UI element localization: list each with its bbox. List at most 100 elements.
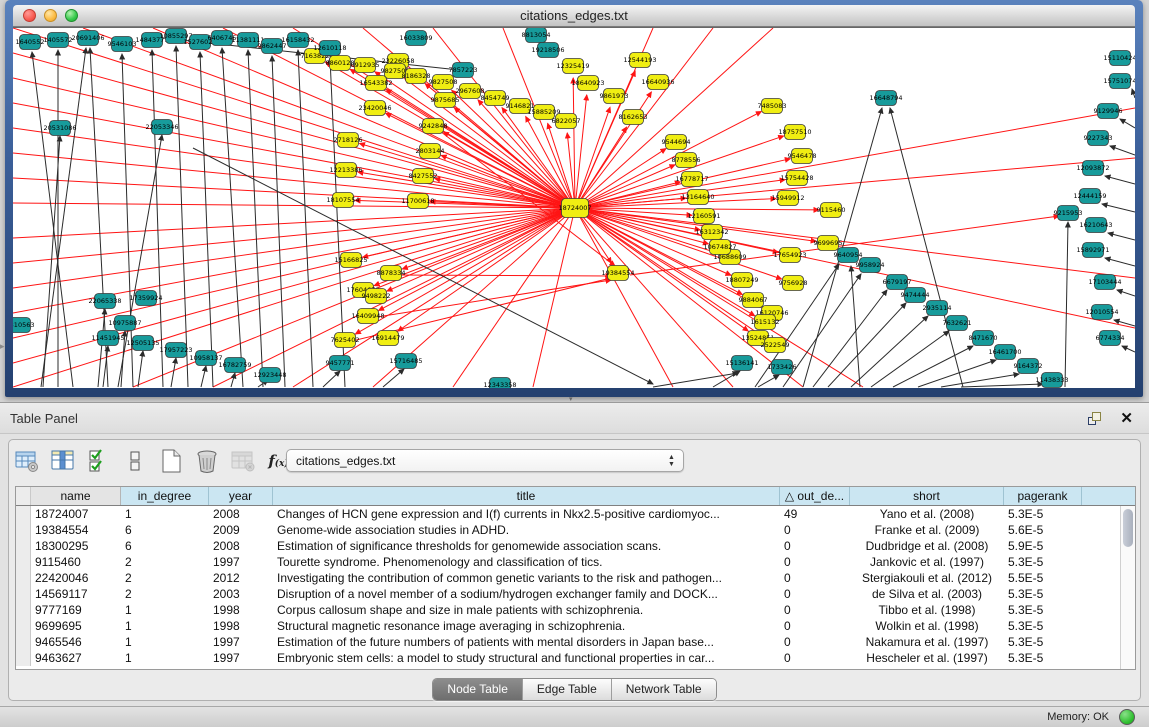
column-header-title[interactable]: title — [273, 487, 780, 505]
table-select-dropdown[interactable]: citations_edges.txt ▲▼ — [286, 449, 684, 472]
cell-title[interactable]: Estimation of significance thresholds fo… — [273, 538, 780, 554]
cell-in_degree[interactable]: 6 — [121, 538, 209, 554]
citation-edge-red[interactable] — [575, 149, 666, 208]
cell-pagerank[interactable]: 5.9E-5 — [1004, 538, 1082, 554]
citation-edge-red[interactable] — [575, 108, 1135, 208]
new-document-icon[interactable] — [157, 448, 184, 475]
cell-pagerank[interactable]: 5.3E-5 — [1004, 650, 1082, 666]
citation-edge-black[interactable] — [1122, 346, 1135, 352]
citation-edge-red[interactable] — [363, 208, 575, 257]
table-row[interactable]: 1938455462009Genome-wide association stu… — [16, 522, 1135, 538]
delete-trash-icon[interactable] — [193, 448, 220, 475]
table-settings-icon[interactable] — [13, 448, 40, 475]
cell-name[interactable]: 18724007 — [31, 506, 121, 522]
cell-title[interactable]: Estimation of the future numbers of pati… — [273, 634, 780, 650]
cell-name[interactable]: 9465546 — [31, 634, 121, 650]
citation-edge-black[interactable] — [171, 358, 176, 387]
network-canvas[interactable]: 1872400771638228860128891293523226058982… — [13, 27, 1135, 388]
column-header-out_de[interactable]: △ out_de... — [780, 487, 850, 505]
citation-edge-black[interactable] — [201, 366, 206, 387]
citation-edge-red[interactable] — [398, 208, 575, 331]
citation-edge-black[interactable] — [1114, 320, 1135, 326]
row-select-check-icon[interactable] — [85, 448, 112, 475]
cell-pagerank[interactable]: 5.3E-5 — [1004, 554, 1082, 570]
column-header-name[interactable]: name — [31, 487, 121, 505]
citation-edge-red[interactable] — [533, 208, 575, 387]
cell-name[interactable]: 14569117 — [31, 586, 121, 602]
citation-edge-black[interactable] — [231, 373, 235, 387]
column-header-year[interactable]: year — [209, 487, 273, 505]
cell-short[interactable]: Tibbo et al. (1998) — [850, 602, 1004, 618]
cell-year[interactable]: 2003 — [209, 586, 273, 602]
cell-short[interactable]: Dudbridge et al. (2008) — [850, 538, 1004, 554]
citation-edge-black[interactable] — [152, 50, 163, 387]
cell-pagerank[interactable]: 5.3E-5 — [1004, 602, 1082, 618]
column-visibility-icon[interactable] — [49, 448, 76, 475]
cell-title[interactable]: Genome-wide association studies in ADHD. — [273, 522, 780, 538]
cell-title[interactable]: Corpus callosum shape and size in male p… — [273, 602, 780, 618]
cell-name[interactable]: 19384554 — [31, 522, 121, 538]
citation-edge-black[interactable] — [1105, 176, 1135, 184]
tab-node-table[interactable]: Node Table — [433, 679, 523, 700]
cell-out_de[interactable]: 0 — [780, 602, 850, 618]
citation-edge-black[interactable] — [813, 290, 887, 387]
cell-out_de[interactable]: 0 — [780, 538, 850, 554]
cell-year[interactable]: 1998 — [209, 602, 273, 618]
float-panel-icon[interactable] — [1087, 410, 1105, 428]
cell-in_degree[interactable]: 1 — [121, 634, 209, 650]
citation-edge-black[interactable] — [41, 48, 86, 387]
cell-out_de[interactable]: 49 — [780, 506, 850, 522]
citation-edge-red[interactable] — [575, 28, 773, 208]
cell-short[interactable]: Nakamura et al. (1997) — [850, 634, 1004, 650]
table-row[interactable]: 2242004622012Investigating the contribut… — [16, 570, 1135, 586]
cell-out_de[interactable]: 0 — [780, 634, 850, 650]
cell-name[interactable]: 9699695 — [31, 618, 121, 634]
scrollbar-thumb[interactable] — [1123, 509, 1133, 547]
cell-out_de[interactable]: 0 — [780, 554, 850, 570]
cell-in_degree[interactable]: 1 — [121, 618, 209, 634]
close-panel-icon[interactable]: ✕ — [1120, 409, 1133, 427]
citation-edge-black[interactable] — [961, 384, 1043, 387]
citation-edge-red[interactable] — [13, 208, 575, 238]
citation-edge-black[interactable] — [1108, 233, 1135, 240]
citation-edge-black[interactable] — [1117, 290, 1135, 296]
citation-edge-red[interactable] — [402, 208, 575, 269]
citation-edge-red[interactable] — [393, 275, 611, 276]
cell-pagerank[interactable]: 5.3E-5 — [1004, 618, 1082, 634]
citation-edge-red[interactable] — [13, 208, 575, 288]
citation-edge-black[interactable] — [1132, 89, 1135, 98]
cell-title[interactable]: Changes of HCN gene expression and I(f) … — [273, 506, 780, 522]
citation-edge-black[interactable] — [890, 108, 963, 387]
citation-edge-black[interactable] — [272, 56, 285, 387]
cell-short[interactable]: Jankovic et al. (1997) — [850, 554, 1004, 570]
cell-out_de[interactable]: 0 — [780, 570, 850, 586]
citation-edge-black[interactable] — [298, 50, 313, 387]
cell-short[interactable]: Stergiakouli et al. (2012) — [850, 570, 1004, 586]
cell-short[interactable]: de Silva et al. (2003) — [850, 586, 1004, 602]
cell-pagerank[interactable]: 5.3E-5 — [1004, 634, 1082, 650]
table-row[interactable]: 1872400712008Changes of HCN gene express… — [16, 506, 1135, 522]
citation-edge-red[interactable] — [153, 28, 575, 208]
cell-in_degree[interactable]: 6 — [121, 522, 209, 538]
cell-year[interactable]: 2012 — [209, 570, 273, 586]
citation-edge-black[interactable] — [1120, 119, 1135, 128]
cell-pagerank[interactable]: 5.6E-5 — [1004, 522, 1082, 538]
cell-in_degree[interactable]: 2 — [121, 586, 209, 602]
table-row[interactable]: 1830029562008Estimation of significance … — [16, 538, 1135, 554]
cell-year[interactable]: 2008 — [209, 538, 273, 554]
cell-title[interactable]: Disruption of a novel member of a sodium… — [273, 586, 780, 602]
cell-year[interactable]: 1998 — [209, 618, 273, 634]
tab-edge-table[interactable]: Edge Table — [523, 679, 612, 700]
column-header-pagerank[interactable]: pagerank — [1004, 487, 1082, 505]
citation-edge-black[interactable] — [248, 50, 263, 387]
table-row[interactable]: 977716911998Corpus callosum shape and si… — [16, 602, 1135, 618]
cell-in_degree[interactable]: 1 — [121, 506, 209, 522]
citation-edge-black[interactable] — [758, 375, 779, 387]
citation-edge-black[interactable] — [1065, 222, 1068, 387]
column-header-short[interactable]: short — [850, 487, 1004, 505]
cell-in_degree[interactable]: 1 — [121, 602, 209, 618]
cell-out_de[interactable]: 0 — [780, 618, 850, 634]
citation-edge-black[interactable] — [32, 52, 73, 387]
citation-edge-red[interactable] — [13, 128, 575, 208]
citation-edge-red[interactable] — [13, 208, 575, 263]
